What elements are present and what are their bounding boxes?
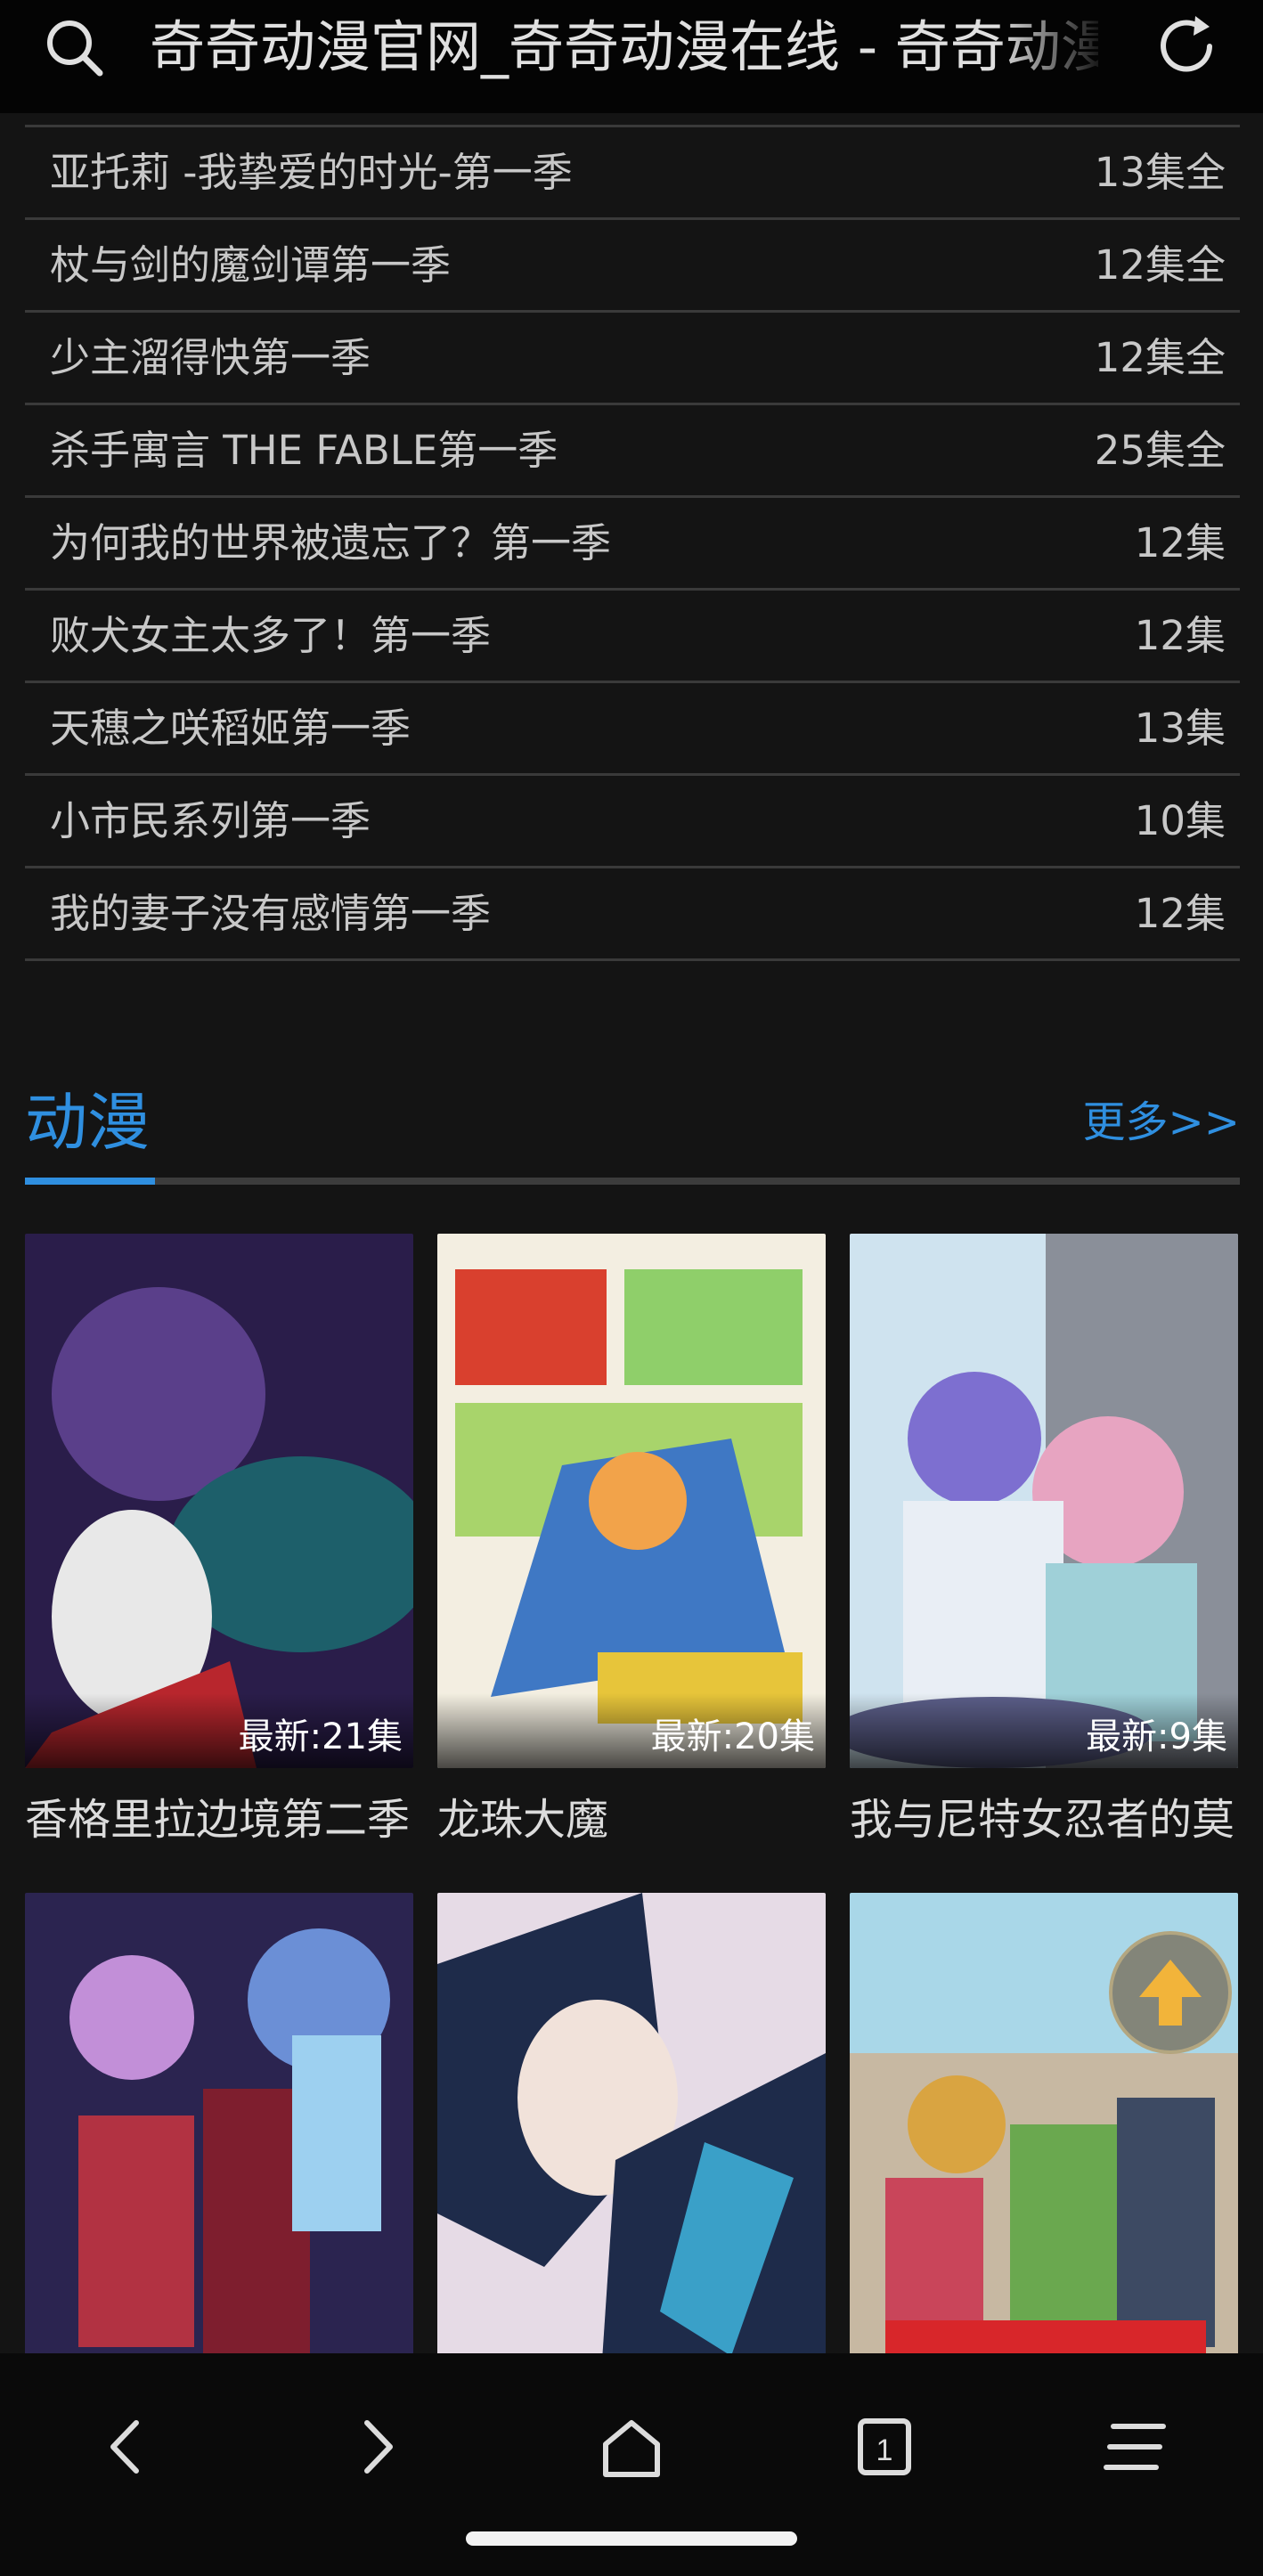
- list-item[interactable]: 为何我的世界被遗忘了？第一季 12集: [25, 495, 1240, 588]
- list-item-name: 为何我的世界被遗忘了？第一季: [50, 519, 612, 567]
- section-divider-accent: [25, 1178, 155, 1185]
- poster-image[interactable]: [437, 1893, 826, 2427]
- list-item[interactable]: 我的妻子没有感情第一季 12集: [25, 866, 1240, 961]
- section-divider: [25, 1178, 1240, 1185]
- list-item-count: 12集全: [1094, 241, 1226, 289]
- list-item[interactable]: 杖与剑的魔剑谭第一季 12集全: [25, 217, 1240, 310]
- poster-image[interactable]: 最新:20集: [437, 1234, 826, 1768]
- home-icon[interactable]: [583, 2398, 680, 2496]
- title-fade: [998, 0, 1109, 98]
- search-icon[interactable]: [39, 12, 110, 84]
- list-item-count: 12集全: [1094, 334, 1226, 381]
- episode-badge: 最新:9集: [850, 1693, 1238, 1768]
- list-item-name: 杀手寓言 THE FABLE第一季: [50, 427, 558, 474]
- episode-badge: 最新:20集: [437, 1693, 826, 1768]
- tabs-icon[interactable]: 1: [835, 2398, 933, 2496]
- list-item[interactable]: 亚托莉 -我挚爱的时光-第一季 13集全: [25, 125, 1240, 217]
- list-item-count: 25集全: [1094, 427, 1226, 474]
- list-item-name: 亚托莉 -我挚爱的时光-第一季: [50, 149, 573, 196]
- poster-image[interactable]: [25, 1893, 413, 2427]
- episode-badge-text: 最新:20集: [650, 1716, 815, 1757]
- anime-card[interactable]: 最新:9集 我与尼特女忍者的莫: [850, 1234, 1238, 1846]
- list-item-count: 12集: [1134, 519, 1226, 567]
- card-title[interactable]: 龙珠大魔: [437, 1784, 826, 1846]
- list-item[interactable]: 杀手寓言 THE FABLE第一季 25集全: [25, 403, 1240, 495]
- list-item-count: 13集全: [1094, 149, 1226, 196]
- anime-card[interactable]: 最新:20集 龙珠大魔: [437, 1234, 826, 1846]
- list-item-name: 少主溜得快第一季: [50, 334, 371, 381]
- back-icon[interactable]: [76, 2398, 174, 2496]
- list-item-name: 我的妻子没有感情第一季: [50, 890, 492, 937]
- card-title[interactable]: 我与尼特女忍者的莫: [850, 1784, 1238, 1846]
- section-header: 动漫 更多>>: [25, 1033, 1240, 1186]
- list-item[interactable]: 小市民系列第一季 10集: [25, 773, 1240, 866]
- list-item[interactable]: 天穗之咲稻姬第一季 13集: [25, 681, 1240, 773]
- page-title[interactable]: 奇奇动漫官网_奇奇动漫在线 - 奇奇动漫: [150, 7, 1098, 87]
- more-link[interactable]: 更多>>: [1083, 1033, 1240, 1211]
- list-item[interactable]: 少主溜得快第一季 12集全: [25, 310, 1240, 403]
- episode-badge: 最新:21集: [25, 1693, 413, 1768]
- menu-icon[interactable]: [1088, 2398, 1186, 2496]
- poster-image[interactable]: 最新:9集: [850, 1234, 1238, 1768]
- list-item-count: 10集: [1134, 797, 1226, 844]
- back-to-top-button[interactable]: [1109, 1931, 1232, 2054]
- arrow-up-icon: [1139, 1960, 1202, 2026]
- poster-art: [25, 1893, 413, 2427]
- anime-title-list: 亚托莉 -我挚爱的时光-第一季 13集全 杖与剑的魔剑谭第一季 12集全 少主溜得快…: [25, 125, 1240, 961]
- address-bar[interactable]: 奇奇动漫官网_奇奇动漫在线 - 奇奇动漫: [0, 0, 1263, 113]
- anime-card[interactable]: [437, 1893, 826, 2427]
- section-title[interactable]: 动漫: [25, 1033, 150, 1211]
- episode-badge-text: 最新:21集: [238, 1716, 403, 1757]
- poster-art: [25, 1234, 413, 1768]
- anime-card[interactable]: 最新:21集 香格里拉边境第二季: [25, 1234, 413, 1846]
- poster-image[interactable]: 最新:21集: [25, 1234, 413, 1768]
- card-title[interactable]: 香格里拉边境第二季: [25, 1784, 413, 1846]
- poster-art: [437, 1893, 826, 2427]
- list-item-count: 13集: [1134, 705, 1226, 752]
- forward-icon[interactable]: [330, 2398, 428, 2496]
- reload-icon[interactable]: [1149, 9, 1225, 85]
- svg-text:1: 1: [876, 2433, 893, 2467]
- list-item-name: 小市民系列第一季: [50, 797, 371, 844]
- poster-art: [437, 1234, 826, 1768]
- anime-card[interactable]: [25, 1893, 413, 2427]
- list-item-name: 天穗之咲稻姬第一季: [50, 705, 411, 752]
- list-item-count: 12集: [1134, 612, 1226, 659]
- home-indicator[interactable]: [466, 2531, 797, 2546]
- list-item-name: 杖与剑的魔剑谭第一季: [50, 241, 452, 289]
- list-item-count: 12集: [1134, 890, 1226, 937]
- list-item[interactable]: 败犬女主太多了！第一季 12集: [25, 588, 1240, 681]
- list-item-name: 败犬女主太多了！第一季: [50, 612, 492, 659]
- poster-art: [850, 1234, 1238, 1768]
- episode-badge-text: 最新:9集: [1086, 1716, 1227, 1757]
